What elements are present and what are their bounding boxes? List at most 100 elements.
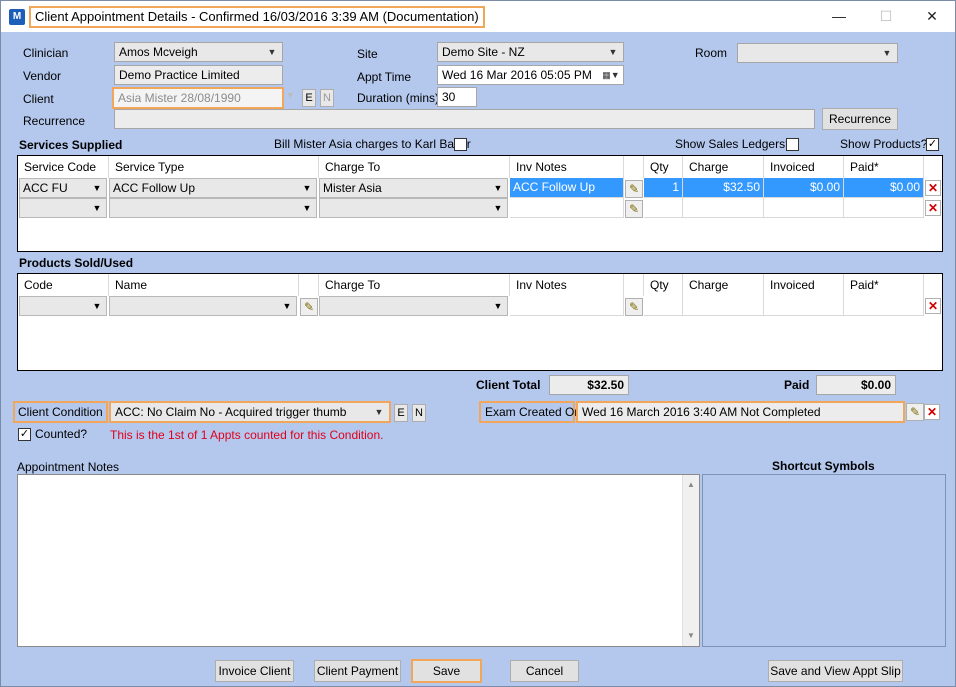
col-header-name[interactable]: Name [109, 274, 299, 296]
notes-scrollbar[interactable]: ▲ ▼ [682, 475, 699, 646]
row2-paid[interactable] [844, 198, 924, 218]
col-header-inv-notes[interactable]: Inv Notes [510, 156, 624, 178]
product-row-code[interactable]: ▼ [19, 296, 107, 316]
title-bar: M Client Appointment Details - Confirmed… [1, 1, 955, 32]
chevron-down-icon: ▼ [302, 203, 312, 213]
product-row-name[interactable]: ▼ [109, 296, 297, 316]
product-row-qty[interactable] [644, 296, 683, 316]
exam-delete-icon[interactable]: ✕ [924, 404, 940, 420]
pencil-icon[interactable]: ✎ [625, 200, 643, 218]
close-button[interactable]: ✕ [922, 7, 942, 25]
col-header-charge-to[interactable]: Charge To [319, 274, 510, 296]
chevron-down-icon: ▼ [282, 301, 292, 311]
client-new-button[interactable]: N [320, 89, 334, 107]
shortcut-symbols-panel[interactable] [702, 474, 946, 647]
row2-inv-notes[interactable] [510, 198, 624, 218]
exam-created-value: Wed 16 March 2016 3:40 AM Not Completed [576, 401, 905, 423]
product-row-invoiced[interactable] [764, 296, 844, 316]
counted-checkbox[interactable]: ✓ [18, 428, 31, 441]
client-condition-label: Client Condition [13, 401, 108, 423]
save-and-view-appt-slip-button[interactable]: Save and View Appt Slip [768, 660, 903, 682]
exam-created-label: Exam Created On [479, 401, 581, 423]
row1-service-type[interactable]: ACC Follow Up ▼ [109, 178, 317, 198]
row2-service-type[interactable]: ▼ [109, 198, 317, 218]
chevron-down-icon: ▼ [493, 183, 503, 193]
pencil-icon[interactable]: ✎ [625, 298, 643, 316]
col-header-charge[interactable]: Charge [683, 274, 764, 296]
appt-time-picker[interactable]: Wed 16 Mar 2016 05:05 PM ▦▼ [437, 65, 624, 85]
product-row-inv-notes[interactable] [510, 296, 624, 316]
client-dropdown-icon: ▼ [286, 90, 295, 100]
col-header-code[interactable]: Code [18, 274, 109, 296]
row2-delete-icon[interactable]: ✕ [925, 200, 941, 216]
client-payment-button[interactable]: Client Payment [314, 660, 401, 682]
chevron-down-icon: ▼ [374, 407, 384, 417]
row2-charge[interactable] [683, 198, 764, 218]
product-row-charge[interactable] [683, 296, 764, 316]
pencil-icon[interactable]: ✎ [300, 298, 318, 316]
product-row-delete-icon[interactable]: ✕ [925, 298, 941, 314]
col-header-invoiced[interactable]: Invoiced [764, 156, 844, 178]
client-total-label: Client Total [476, 378, 541, 392]
row1-charge-to[interactable]: Mister Asia ▼ [319, 178, 508, 198]
services-title: Services Supplied [19, 138, 123, 152]
minimize-button[interactable]: — [829, 7, 849, 25]
condition-edit-button[interactable]: E [394, 404, 408, 422]
site-label: Site [357, 47, 378, 61]
col-header-paid[interactable]: Paid* [844, 274, 924, 296]
cancel-button[interactable]: Cancel [510, 660, 579, 682]
row1-service-code[interactable]: ACC FU ▼ [19, 178, 107, 198]
row1-inv-notes[interactable]: ACC Follow Up [510, 178, 624, 198]
invoice-client-button[interactable]: Invoice Client [215, 660, 294, 682]
chevron-down-icon: ▼ [267, 47, 277, 57]
show-products-checkbox[interactable]: ✓ [926, 138, 939, 151]
appointment-notes-input[interactable]: ▲ ▼ [17, 474, 700, 647]
client-label: Client [23, 92, 54, 106]
site-select[interactable]: Demo Site - NZ ▼ [437, 42, 624, 62]
col-header-service-code[interactable]: Service Code [18, 156, 109, 178]
client-condition-value: ACC: No Claim No - Acquired trigger thum… [115, 405, 347, 419]
vendor-field: Demo Practice Limited [114, 65, 283, 85]
client-edit-button[interactable]: E [302, 89, 316, 107]
pencil-icon[interactable]: ✎ [625, 180, 643, 198]
scroll-down-icon[interactable]: ▼ [683, 628, 699, 644]
save-button[interactable]: Save [411, 659, 482, 683]
row2-service-code[interactable]: ▼ [19, 198, 107, 218]
room-select[interactable]: ▼ [737, 43, 898, 63]
product-row-paid[interactable] [844, 296, 924, 316]
duration-input[interactable]: 30 [437, 87, 477, 107]
col-header-service-type[interactable]: Service Type [109, 156, 319, 178]
bill-to-checkbox[interactable] [454, 138, 467, 151]
app-icon: M [9, 9, 25, 25]
row1-charge[interactable]: $32.50 [683, 178, 764, 198]
client-condition-select[interactable]: ACC: No Claim No - Acquired trigger thum… [109, 401, 391, 423]
row2-charge-to[interactable]: ▼ [319, 198, 508, 218]
row1-delete-icon[interactable]: ✕ [925, 180, 941, 196]
col-header-qty[interactable]: Qty [644, 274, 683, 296]
chevron-down-icon: ▼ [92, 301, 102, 311]
paid-value: $0.00 [816, 375, 896, 395]
col-header-charge[interactable]: Charge [683, 156, 764, 178]
col-header-paid[interactable]: Paid* [844, 156, 924, 178]
condition-new-button[interactable]: N [412, 404, 426, 422]
scroll-up-icon[interactable]: ▲ [683, 477, 699, 493]
col-header-qty[interactable]: Qty [644, 156, 683, 178]
col-header-inv-notes[interactable]: Inv Notes [510, 274, 624, 296]
calendar-icon[interactable]: ▦▼ [600, 67, 622, 83]
row2-invoiced[interactable] [764, 198, 844, 218]
recurrence-button[interactable]: Recurrence [822, 108, 898, 130]
col-header-invoiced[interactable]: Invoiced [764, 274, 844, 296]
row1-invoiced[interactable]: $0.00 [764, 178, 844, 198]
row2-qty[interactable] [644, 198, 683, 218]
clinician-select[interactable]: Amos Mcveigh ▼ [114, 42, 283, 62]
show-sales-checkbox[interactable] [786, 138, 799, 151]
col-header-name-edit [299, 274, 319, 296]
maximize-button[interactable]: ☐ [876, 7, 896, 25]
client-field[interactable]: Asia Mister 28/08/1990 [112, 87, 284, 109]
exam-pencil-icon[interactable]: ✎ [906, 403, 924, 421]
row1-qty[interactable]: 1 [644, 178, 683, 198]
product-row-charge-to[interactable]: ▼ [319, 296, 508, 316]
chevron-down-icon: ▼ [493, 203, 503, 213]
col-header-charge-to[interactable]: Charge To [319, 156, 510, 178]
row1-paid[interactable]: $0.00 [844, 178, 924, 198]
